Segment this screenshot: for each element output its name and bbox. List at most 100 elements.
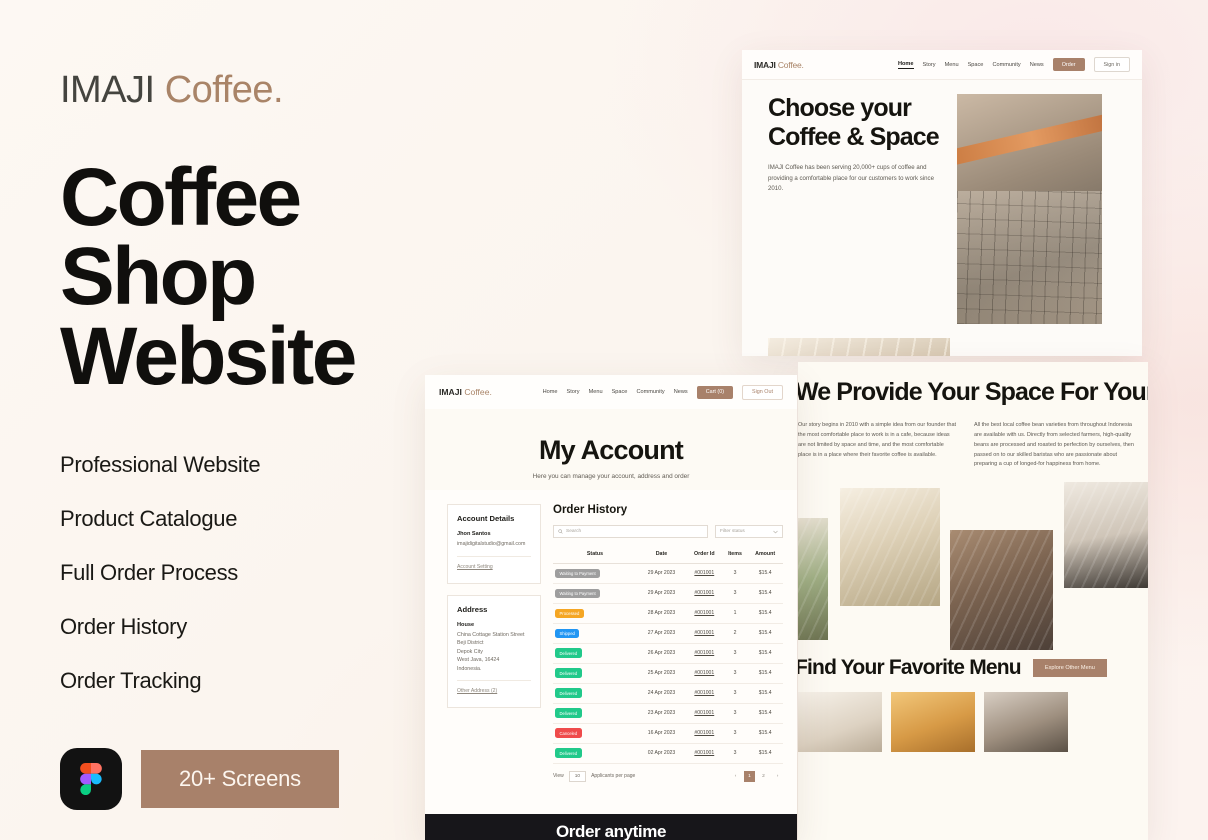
table-row[interactable]: Delivered 23 Apr 2023 #001001 3 $15.4 <box>553 703 783 724</box>
cell-status: Delivered <box>553 643 637 664</box>
mockup-home-page[interactable]: IMAJI Coffee. Home Story Menu Space Comm… <box>742 50 1142 356</box>
table-row[interactable]: Shipped 27 Apr 2023 #001001 2 $15.4 <box>553 623 783 644</box>
page-title-line-2: Website <box>60 310 357 402</box>
search-icon <box>558 529 563 534</box>
nav-item-space[interactable]: Space <box>612 389 628 395</box>
logo-primary: IMAJI <box>439 387 462 397</box>
order-history-table: Status Date Order Id Items Amount Waitin… <box>553 547 783 764</box>
menu-card-pastry[interactable] <box>891 692 975 753</box>
cta-row: 20+ Screens <box>60 748 480 811</box>
chevron-left-icon[interactable]: ‹ <box>730 771 741 782</box>
status-badge: Delivered <box>555 708 582 719</box>
status-badge: Delivered <box>555 648 582 659</box>
cell-date: 28 Apr 2023 <box>637 603 686 624</box>
order-id-link[interactable]: #001001 <box>694 570 714 576</box>
mockup-space-text-columns: Our story begins in 2010 with a simple i… <box>798 407 1148 470</box>
page-button-2[interactable]: 2 <box>758 771 769 782</box>
page-button-1[interactable]: 1 <box>744 770 755 782</box>
mockup-home-photo-row <box>742 324 1142 356</box>
order-id-link[interactable]: #001001 <box>694 650 714 656</box>
cell-status: Delivered <box>553 743 637 764</box>
screens-count-button[interactable]: 20+ Screens <box>141 750 339 809</box>
nav-item-news[interactable]: News <box>674 389 688 395</box>
order-id-link[interactable]: #001001 <box>694 670 714 676</box>
other-address-link[interactable]: Other Address (2) <box>457 680 531 694</box>
order-id-link[interactable]: #001001 <box>694 630 714 636</box>
cell-date: 23 Apr 2023 <box>637 703 686 724</box>
mockup-space-page[interactable]: We Provide Your Space For Your Work or M… <box>798 362 1148 840</box>
cell-order-id: #001001 <box>685 603 723 624</box>
cell-order-id: #001001 <box>685 643 723 664</box>
cell-items: 2 <box>722 623 748 644</box>
cart-button[interactable]: Cart (0) <box>696 385 734 399</box>
logo-primary: IMAJI <box>754 59 776 70</box>
order-id-link[interactable]: #001001 <box>694 590 714 596</box>
table-row[interactable]: Delivered 02 Apr 2023 #001001 3 $15.4 <box>553 743 783 764</box>
address-line: Beji District <box>457 640 484 647</box>
explore-other-menu-button[interactable]: Explore Other Menu <box>1032 659 1107 678</box>
cell-amount: $15.4 <box>747 623 783 644</box>
cell-date: 16 Apr 2023 <box>637 723 686 744</box>
pager: ‹ 1 2 › <box>730 770 783 782</box>
nav-item-home[interactable]: Home <box>543 389 558 395</box>
menu-card-coffee[interactable] <box>798 692 882 753</box>
order-id-link[interactable]: #001001 <box>694 710 714 716</box>
table-row[interactable]: Waiting to Payment 29 Apr 2023 #001001 3 $15… <box>553 583 783 604</box>
table-row[interactable]: Delivered 26 Apr 2023 #001001 3 $15.4 <box>553 643 783 664</box>
page-title-line-1: Coffee Shop <box>60 151 302 323</box>
sign-out-button[interactable]: Sign Out <box>742 384 783 400</box>
search-input[interactable]: Search <box>553 525 708 538</box>
mockup-account-page[interactable]: IMAJI Coffee. Home Story Menu Space Comm… <box>425 375 797 840</box>
nav-item-community[interactable]: Community <box>992 62 1020 68</box>
nav-item-menu[interactable]: Menu <box>589 389 603 395</box>
cell-items: 3 <box>722 743 748 764</box>
gallery-photo-table <box>1064 482 1148 589</box>
order-history-section: Order History Search Filter status Statu… <box>553 504 783 782</box>
table-row[interactable]: Processed 28 Apr 2023 #001001 1 $15.4 <box>553 603 783 624</box>
cell-amount: $15.4 <box>747 703 783 724</box>
table-row[interactable]: Canceled 16 Apr 2023 #001001 3 $15.4 <box>553 723 783 744</box>
status-badge: Delivered <box>555 668 582 679</box>
sign-in-button[interactable]: Sign in <box>1093 57 1130 72</box>
cell-status: Processed <box>553 603 637 624</box>
cell-items: 3 <box>722 683 748 704</box>
nav-item-community[interactable]: Community <box>636 389 664 395</box>
per-page-select[interactable]: 10 <box>568 770 587 782</box>
cell-date: 27 Apr 2023 <box>637 623 686 644</box>
gallery-photo-hall <box>840 488 940 607</box>
address-heading: Address <box>457 604 488 614</box>
table-row[interactable]: Waiting to Payment 29 Apr 2023 #001001 3 $15… <box>553 563 783 584</box>
mockup-account-logo[interactable]: IMAJI Coffee. <box>439 387 492 397</box>
nav-item-story[interactable]: Story <box>923 62 936 68</box>
nav-item-menu[interactable]: Menu <box>945 62 959 68</box>
nav-item-home[interactable]: Home <box>897 61 914 69</box>
address-line: West Java, 16424 <box>457 657 500 664</box>
cell-amount: $15.4 <box>747 563 783 584</box>
nav-item-news[interactable]: News <box>1030 62 1044 68</box>
mockup-space-menu-cards <box>798 680 1148 753</box>
order-button[interactable]: Order <box>1052 58 1085 71</box>
cell-amount: $15.4 <box>747 663 783 684</box>
table-row[interactable]: Delivered 24 Apr 2023 #001001 3 $15.4 <box>553 683 783 704</box>
filter-status-dropdown[interactable]: Filter status <box>715 525 783 538</box>
table-row[interactable]: Delivered 25 Apr 2023 #001001 3 $15.4 <box>553 663 783 684</box>
cell-order-id: #001001 <box>685 683 723 704</box>
cell-order-id: #001001 <box>685 663 723 684</box>
cell-date: 29 Apr 2023 <box>637 583 686 604</box>
figma-logo-icon[interactable] <box>60 748 122 811</box>
order-id-link[interactable]: #001001 <box>694 610 714 616</box>
cell-items: 3 <box>722 663 748 684</box>
order-id-link[interactable]: #001001 <box>694 690 714 696</box>
chevron-right-icon[interactable]: › <box>772 771 783 782</box>
mockup-account-header: My Account Here you can manage your acco… <box>425 409 797 490</box>
mockup-home-logo[interactable]: IMAJI Coffee. <box>754 60 804 70</box>
order-id-link[interactable]: #001001 <box>694 750 714 756</box>
brand-name-secondary: Coffee. <box>164 69 284 111</box>
column-amount: Amount <box>747 547 783 564</box>
order-id-link[interactable]: #001001 <box>694 730 714 736</box>
menu-card-dessert[interactable] <box>984 692 1068 753</box>
account-details-panel: Account Details Jhon Santos imajidigital… <box>447 504 541 584</box>
nav-item-space[interactable]: Space <box>968 62 984 68</box>
account-setting-link[interactable]: Account Setting <box>457 555 531 570</box>
nav-item-story[interactable]: Story <box>567 389 580 395</box>
